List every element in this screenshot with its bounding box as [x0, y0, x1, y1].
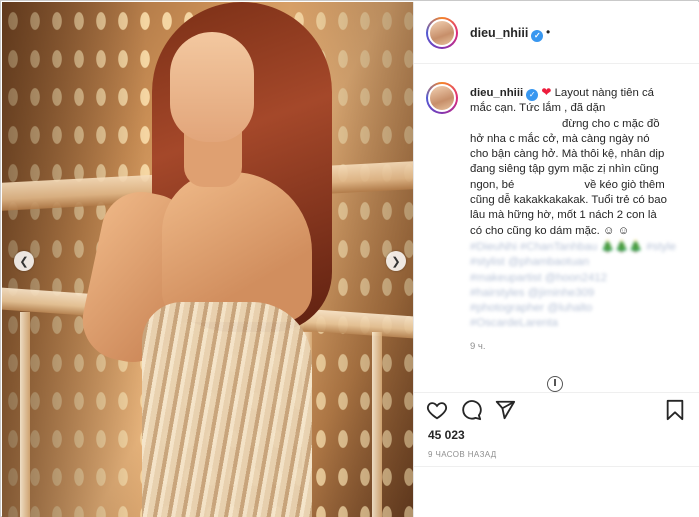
heart-icon[interactable]: [426, 399, 448, 421]
hashtag-line[interactable]: #hairstyles @jiminhe309: [470, 286, 694, 301]
sequin-dress: [142, 302, 312, 517]
verified-badge-icon: ✓: [531, 30, 544, 42]
load-more-comments-icon[interactable]: [547, 376, 563, 392]
separator-dot: •: [546, 25, 551, 39]
face: [170, 32, 254, 142]
caption-line: đừng cho c mặc đồ: [562, 117, 660, 130]
post-caption: dieu_nhiii ✓ ❤ Layout nàng tiên cá mắc cạ…: [470, 85, 694, 332]
username-text[interactable]: dieu_nhiii: [470, 26, 528, 40]
chevron-right-icon[interactable]: ❯: [386, 251, 406, 271]
post-photo[interactable]: ❮ ❯: [2, 2, 413, 517]
caption-line: có cho cũng ko dám mặc. ☺ ☺: [470, 224, 630, 237]
avatar[interactable]: [426, 17, 458, 49]
comment-bar: [414, 466, 699, 517]
caption-username[interactable]: dieu_nhiii: [470, 87, 523, 99]
caption-line: cho bận càng hở. Mà thôi kệ, nhân dịp: [470, 148, 665, 161]
caption-line: ngon, bé: [470, 178, 515, 191]
caption-line: đang siêng tập gym mặc zị nhìn cũng: [470, 163, 659, 176]
redacted-mention: [514, 181, 584, 189]
hashtag-line[interactable]: #DieuNhi #ChanTanhbau 🎄🎄🎄 #style: [470, 240, 694, 255]
railing-post: [372, 332, 382, 517]
post-timestamp[interactable]: 9 ЧАСОВ НАЗАД: [428, 450, 497, 459]
caption-line: mắc cạn. Tức lắm , đã dặn: [470, 102, 606, 115]
hashtag-line[interactable]: #stylist @phambaotuan: [470, 255, 694, 270]
post-window: ❮ ❯ dieu_nhiii ✓ • dieu_nhiii ✓ ❤ Layout n…: [0, 0, 699, 517]
caption-line: lâu mà hững hờ, mốt 1 nách 2 con là: [470, 209, 657, 222]
comment-icon[interactable]: [460, 399, 482, 421]
hashtag-line[interactable]: #makeupartist @hoon2412: [470, 271, 694, 286]
railing-post: [20, 312, 30, 517]
redacted-mention: [470, 120, 562, 128]
caption-line: cũng dễ kakakkakakak. Tuổi trẻ có bao: [470, 194, 667, 207]
bookmark-icon[interactable]: [664, 399, 686, 421]
model-figure: [75, 2, 372, 517]
share-icon[interactable]: [494, 399, 516, 421]
hashtag-line[interactable]: #photographer @luhalto: [470, 301, 694, 316]
post-header: dieu_nhiii ✓ •: [414, 2, 699, 64]
caption-line: về kéo giò thêm: [584, 178, 665, 191]
hashtag-list: #DieuNhi #ChanTanhbau 🎄🎄🎄 #style #stylis…: [470, 240, 694, 332]
caption-line: hở nha c mắc cở, mà càng ngày nó: [470, 132, 650, 145]
heart-emoji-icon: ❤: [541, 85, 552, 99]
verified-badge-icon: ✓: [526, 89, 539, 101]
header-username[interactable]: dieu_nhiii ✓: [470, 26, 544, 42]
chevron-left-icon[interactable]: ❮: [14, 251, 34, 271]
like-count[interactable]: 45 023: [428, 428, 465, 442]
caption-line: Layout nàng tiên cá: [554, 87, 655, 99]
action-bar: [414, 392, 699, 428]
hashtag-line[interactable]: #OscardeLarenta: [470, 316, 694, 331]
caption-time: 9 ч.: [470, 341, 486, 352]
caption-avatar[interactable]: [426, 82, 458, 114]
post-sidebar: dieu_nhiii ✓ • dieu_nhiii ✓ ❤ Layout nàng …: [413, 2, 699, 517]
